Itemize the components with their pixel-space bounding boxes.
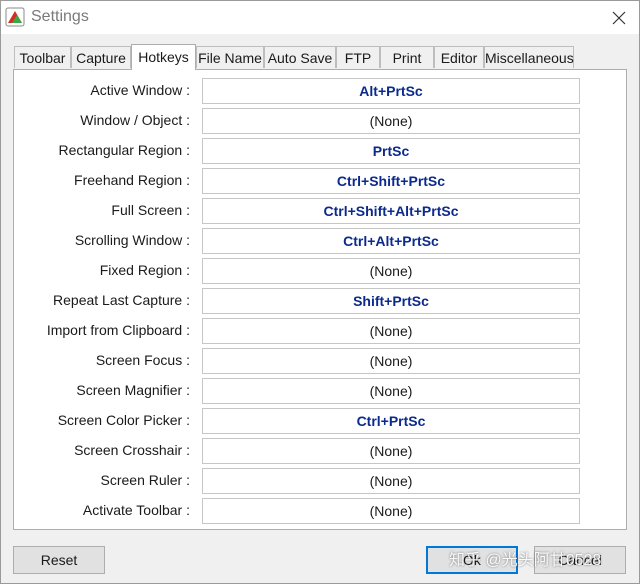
hotkey-label: Screen Color Picker : <box>57 412 190 428</box>
tab-ftp[interactable]: FTP <box>336 46 380 68</box>
hotkey-row-freehand-region: Freehand Region : Ctrl+Shift+PrtSc <box>14 166 626 196</box>
hotkey-field-screen-color-picker[interactable]: Ctrl+PrtSc <box>202 408 580 434</box>
watermark: 知乎 @光头阿甘0528 <box>449 552 602 569</box>
hotkey-row-import-from-clipboard: Import from Clipboard : (None) <box>14 316 626 346</box>
tab-editor[interactable]: Editor <box>434 46 484 68</box>
hotkey-row-full-screen: Full Screen : Ctrl+Shift+Alt+PrtSc <box>14 196 626 226</box>
tab-file-name[interactable]: File Name <box>196 46 264 68</box>
hotkey-label: Active Window : <box>90 82 190 98</box>
hotkey-field-rectangular-region[interactable]: PrtSc <box>202 138 580 164</box>
hotkey-field-repeat-last-capture[interactable]: Shift+PrtSc <box>202 288 580 314</box>
hotkey-label: Screen Ruler : <box>100 472 190 488</box>
hotkey-label: Import from Clipboard : <box>46 322 190 338</box>
settings-window: Settings Toolbar Capture Hotkeys File Na… <box>0 0 640 584</box>
tab-auto-save[interactable]: Auto Save <box>264 46 336 68</box>
hotkey-field-import-from-clipboard[interactable]: (None) <box>202 318 580 344</box>
tab-print[interactable]: Print <box>380 46 434 68</box>
tab-miscellaneous[interactable]: Miscellaneous <box>484 46 574 68</box>
hotkey-field-screen-magnifier[interactable]: (None) <box>202 378 580 404</box>
close-icon <box>612 11 626 24</box>
hotkey-row-screen-magnifier: Screen Magnifier : (None) <box>14 376 626 406</box>
app-logo-icon <box>5 7 25 27</box>
hotkey-field-screen-focus[interactable]: (None) <box>202 348 580 374</box>
hotkey-row-active-window: Active Window : Alt+PrtSc <box>14 76 626 106</box>
hotkey-row-fixed-region: Fixed Region : (None) <box>14 256 626 286</box>
hotkey-label: Fixed Region : <box>99 262 190 278</box>
hotkey-label: Screen Focus : <box>95 352 190 368</box>
close-button[interactable] <box>599 1 639 34</box>
hotkey-field-full-screen[interactable]: Ctrl+Shift+Alt+PrtSc <box>202 198 580 224</box>
hotkey-row-scrolling-window: Scrolling Window : Ctrl+Alt+PrtSc <box>14 226 626 256</box>
hotkeys-panel: Active Window : Alt+PrtSc Window / Objec… <box>13 69 627 530</box>
hotkey-label: Screen Crosshair : <box>74 442 190 458</box>
hotkey-field-screen-ruler[interactable]: (None) <box>202 468 580 494</box>
hotkey-row-screen-crosshair: Screen Crosshair : (None) <box>14 436 626 466</box>
hotkey-label: Full Screen : <box>111 202 190 218</box>
hotkey-field-screen-crosshair[interactable]: (None) <box>202 438 580 464</box>
hotkey-field-window-object[interactable]: (None) <box>202 108 580 134</box>
hotkey-label: Rectangular Region : <box>58 142 190 158</box>
title-bar: Settings <box>1 1 639 34</box>
hotkey-row-screen-color-picker: Screen Color Picker : Ctrl+PrtSc <box>14 406 626 436</box>
hotkey-label: Screen Magnifier : <box>76 382 190 398</box>
window-title: Settings <box>31 8 89 25</box>
hotkey-field-scrolling-window[interactable]: Ctrl+Alt+PrtSc <box>202 228 580 254</box>
hotkey-row-activate-toolbar: Activate Toolbar : (None) <box>14 496 626 526</box>
hotkey-field-freehand-region[interactable]: Ctrl+Shift+PrtSc <box>202 168 580 194</box>
hotkey-label: Repeat Last Capture : <box>53 292 190 308</box>
tab-capture[interactable]: Capture <box>71 46 131 68</box>
hotkey-field-activate-toolbar[interactable]: (None) <box>202 498 580 524</box>
hotkey-row-screen-ruler: Screen Ruler : (None) <box>14 466 626 496</box>
reset-button[interactable]: Reset <box>13 546 105 574</box>
hotkey-row-repeat-last-capture: Repeat Last Capture : Shift+PrtSc <box>14 286 626 316</box>
hotkey-label: Activate Toolbar : <box>82 502 190 518</box>
hotkey-row-screen-focus: Screen Focus : (None) <box>14 346 626 376</box>
hotkey-label: Freehand Region : <box>74 172 190 188</box>
hotkey-row-rectangular-region: Rectangular Region : PrtSc <box>14 136 626 166</box>
hotkey-field-active-window[interactable]: Alt+PrtSc <box>202 78 580 104</box>
hotkey-row-window-object: Window / Object : (None) <box>14 106 626 136</box>
hotkey-label: Scrolling Window : <box>74 232 190 248</box>
tab-toolbar[interactable]: Toolbar <box>14 46 71 68</box>
hotkey-label: Window / Object : <box>80 112 190 128</box>
tab-hotkeys[interactable]: Hotkeys <box>131 44 196 70</box>
hotkey-field-fixed-region[interactable]: (None) <box>202 258 580 284</box>
